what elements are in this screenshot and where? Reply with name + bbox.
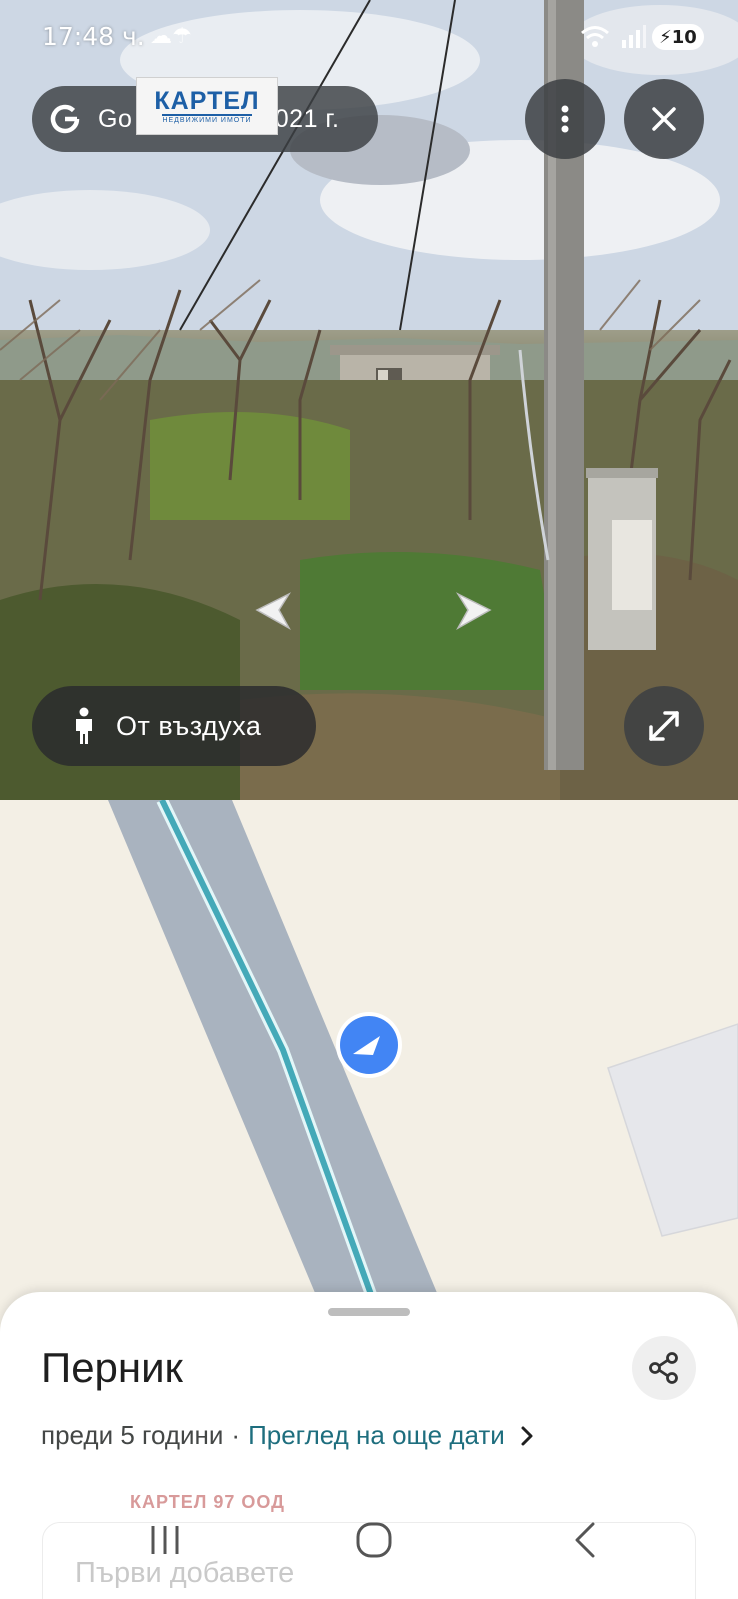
aerial-view-button[interactable]: От въздуха [32,686,316,766]
back-button[interactable] [565,1520,605,1560]
watermark-subtitle: НЕДВИЖИМИ ИМОТИ [162,114,252,124]
wifi-icon [580,24,610,54]
imagery-date-row: преди 5 години · Преглед на още дати [41,1420,535,1451]
status-bar: 17:48 ч. ☁☂ ⚡ 10 [0,0,738,74]
signal-icon [620,24,646,54]
pan-left-arrow[interactable] [245,585,297,637]
arrow-left-icon [255,592,292,630]
system-nav-bar [0,1500,738,1599]
share-icon [649,1352,678,1384]
google-g-icon [32,86,98,152]
charging-icon: ⚡ [659,26,672,48]
battery-level: 10 [671,26,697,48]
expand-icon [649,711,679,741]
status-time: 17:48 ч. [42,22,145,51]
pegman-icon [62,707,106,745]
expand-button[interactable] [624,686,704,766]
weather-icon: ☁☂ [150,24,192,49]
recent-apps-button[interactable] [145,1520,185,1560]
pan-right-arrow[interactable] [450,585,502,637]
imagery-age: преди 5 години [41,1420,224,1450]
aerial-view-label: От въздуха [116,710,262,741]
close-button[interactable] [624,79,704,159]
watermark-word: КАРТЕЛ [154,87,260,115]
more-options-button[interactable] [525,79,605,159]
arrow-right-icon [455,592,492,630]
recent-apps-icon [151,1526,179,1554]
building [607,1023,738,1237]
more-dates-link[interactable]: Преглед на още дати [248,1420,505,1451]
screen: 17:48 ч. ☁☂ ⚡ 10 Go 2021 г. КАРТЕЛ НЕДВИ… [0,0,738,1599]
separator: · [231,1420,241,1450]
battery-indicator: ⚡ 10 [652,24,704,50]
more-vert-icon [561,105,569,133]
location-marker[interactable] [336,1012,402,1078]
place-title: Перник [41,1344,183,1391]
back-icon [575,1522,595,1558]
home-icon [356,1522,392,1558]
map-canvas [108,800,738,1300]
provider-name: Go [98,104,133,133]
share-button[interactable] [632,1336,696,1400]
close-icon [652,107,676,131]
kartel-watermark-logo: КАРТЕЛ НЕДВИЖИМИ ИМОТИ [136,77,278,135]
home-button[interactable] [354,1520,394,1560]
street-view-panorama[interactable]: 17:48 ч. ☁☂ ⚡ 10 Go 2021 г. КАРТЕЛ НЕДВИ… [0,0,738,800]
mini-map[interactable] [0,800,738,1300]
chevron-right-icon[interactable] [519,1425,535,1447]
drag-handle[interactable] [328,1308,410,1316]
